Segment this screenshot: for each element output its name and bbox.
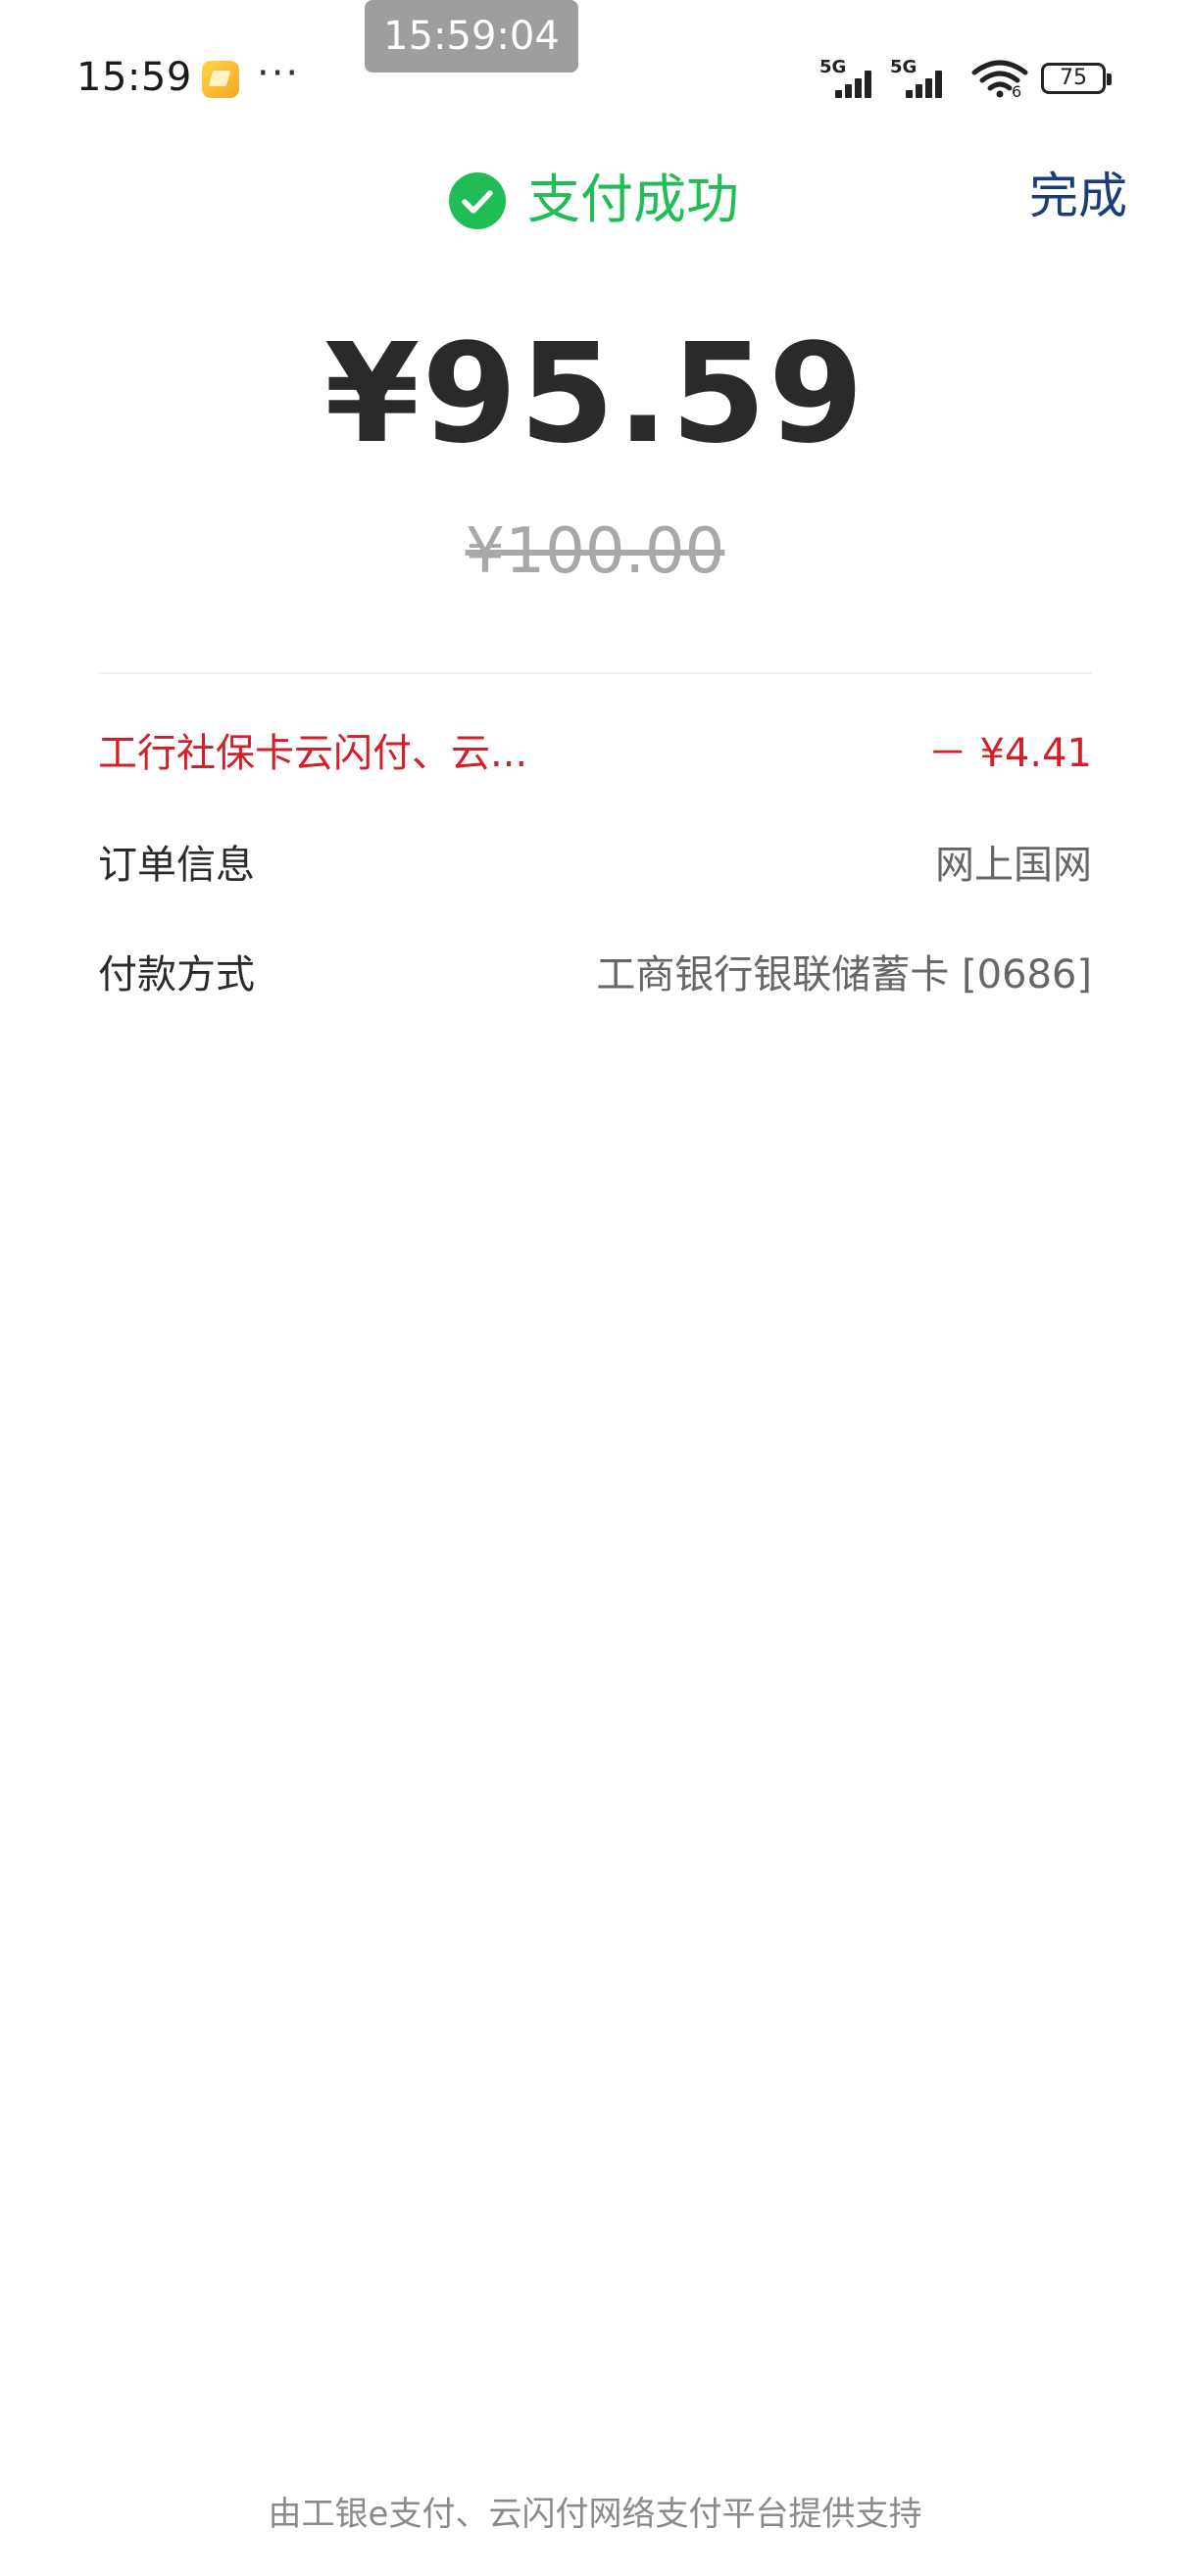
wifi-standard-label: 6 bbox=[1012, 82, 1022, 101]
order-info-value: 网上国网 bbox=[935, 843, 1092, 888]
payment-method-value: 工商银行银联储蓄卡 [0686] bbox=[596, 952, 1092, 997]
order-info-row: 订单信息 网上国网 bbox=[98, 831, 1092, 899]
payment-method-row: 付款方式 工商银行银联储蓄卡 [0686] bbox=[98, 941, 1092, 1009]
header: 支付成功 完成 bbox=[0, 147, 1190, 255]
discount-label: 工行社保卡云闪付、云... bbox=[98, 731, 528, 776]
battery-icon: 75 bbox=[1041, 63, 1112, 94]
done-button[interactable]: 完成 bbox=[1029, 161, 1127, 231]
order-info-label: 订单信息 bbox=[98, 843, 255, 888]
paid-amount: ¥95.59 bbox=[323, 315, 867, 474]
page-title: 支付成功 bbox=[527, 169, 739, 230]
status-bar: 15:59 ··· 5G 5G 6 75 bbox=[0, 0, 1190, 147]
notes-app-icon bbox=[202, 61, 239, 98]
payment-method-label: 付款方式 bbox=[98, 952, 255, 997]
battery-level: 75 bbox=[1060, 66, 1087, 90]
platform-support-note: 由工银e支付、云闪付网络支付平台提供支持 bbox=[268, 2495, 922, 2534]
more-notifications-icon: ··· bbox=[257, 51, 301, 96]
discount-row[interactable]: 工行社保卡云闪付、云... － ¥4.41 bbox=[98, 719, 1092, 788]
discount-value: － ¥4.41 bbox=[927, 731, 1092, 776]
divider bbox=[98, 672, 1092, 674]
original-amount: ¥100.00 bbox=[465, 515, 725, 588]
check-circle-icon bbox=[449, 172, 506, 229]
timestamp-overlay: 15:59:04 bbox=[365, 0, 578, 73]
status-time: 15:59 bbox=[76, 55, 192, 100]
